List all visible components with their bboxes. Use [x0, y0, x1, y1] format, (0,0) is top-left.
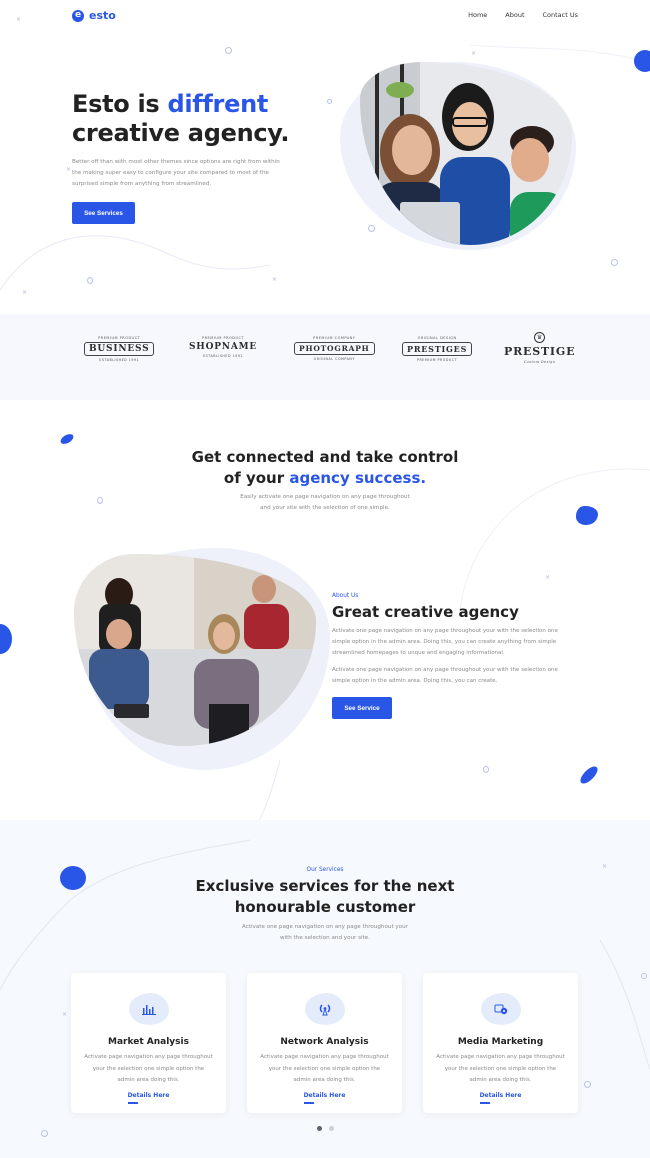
wifi-antenna-icon	[304, 993, 345, 1025]
media-marketing-icon	[480, 993, 521, 1025]
logo[interactable]: e esto	[72, 9, 116, 22]
about-kicker: About Us	[332, 593, 359, 599]
brand-logo-photograph: PREMIUM COMPANY PHOTOGRAPH ORIGINAL COMP…	[294, 336, 375, 361]
brand-logos-strip: PREMIUM PRODUCT BUSINESS ESTABLISHED 199…	[0, 314, 650, 400]
decor-cross: ×	[22, 289, 28, 296]
decor-cross: ×	[545, 574, 551, 581]
service-card-market-analysis: Market Analysis Activate page navigation…	[71, 973, 226, 1113]
brand-logo-prestiges: ORIGINAL DESIGN PRESTIGES PREMIUM PRODUC…	[402, 336, 473, 362]
nav-contact-us[interactable]: Contact Us	[543, 11, 579, 19]
decor-ring	[225, 47, 232, 54]
details-here-link[interactable]: Details Here	[303, 1092, 345, 1104]
see-services-button[interactable]: See Services	[72, 202, 135, 224]
connect-heading: Get connected and take control of your a…	[191, 448, 459, 487]
brand-logo-business: PREMIUM PRODUCT BUSINESS ESTABLISHED 199…	[84, 336, 155, 362]
brand-logo-shopname: PREMIUM PRODUCT SHOPNAME ESTABLISHED 199…	[189, 336, 258, 358]
decor-ring	[641, 973, 647, 979]
hero-title-highlight: diffrent	[167, 90, 269, 118]
about-paragraph-2: Activate one page navigation on any page…	[332, 667, 558, 684]
decor-ring	[584, 1081, 591, 1088]
bar-chart-icon	[128, 993, 169, 1025]
decor-cross: ×	[62, 1011, 68, 1018]
decor-cross: ×	[66, 166, 72, 173]
card-title: Media Marketing	[457, 1037, 544, 1047]
card-title: Network Analysis	[280, 1037, 369, 1047]
about-title: Great creative agency	[332, 603, 519, 621]
logo-mark-icon: e	[72, 9, 84, 22]
carousel-pagination	[0, 1126, 650, 1131]
see-service-button[interactable]: See Service	[332, 697, 392, 719]
decor-ring	[483, 766, 489, 773]
card-text: Activate page navigation any page throug…	[84, 1054, 213, 1083]
about-paragraph-1: Activate one page navigation on any page…	[332, 628, 558, 656]
card-title: Market Analysis	[108, 1037, 189, 1047]
main-nav: Home About Contact Us	[468, 11, 578, 19]
hero-title-part1: Esto is	[72, 90, 168, 118]
details-here-link[interactable]: Details Here	[127, 1092, 169, 1104]
decor-ring	[327, 99, 332, 104]
decor-cross: ×	[272, 276, 278, 283]
hero-title-line2: creative agency.	[72, 119, 290, 147]
connect-description: Easily activate one page navigation on a…	[240, 494, 410, 511]
decor-ring	[368, 225, 375, 232]
logo-text: esto	[89, 9, 116, 22]
services-heading: Exclusive services for the next honourab…	[195, 877, 455, 916]
decor-cross: ×	[471, 50, 477, 57]
nav-about[interactable]: About	[505, 11, 524, 19]
decor-ring	[611, 259, 618, 266]
card-text: Activate page navigation any page throug…	[436, 1054, 565, 1083]
decor-cross: ×	[16, 16, 22, 23]
service-card-media-marketing: Media Marketing Activate page navigation…	[423, 973, 578, 1113]
crown-icon: ♛	[534, 332, 546, 343]
brand-logo-prestige: ♛ PRESTIGE Custom Design	[504, 332, 576, 364]
details-here-link[interactable]: Details Here	[479, 1092, 521, 1104]
decor-ring	[87, 277, 93, 284]
decor-ring	[41, 1130, 48, 1137]
nav-home[interactable]: Home	[468, 11, 487, 19]
services-description: Activate one page navigation on any page…	[242, 924, 408, 941]
services-kicker: Our Services	[306, 867, 344, 873]
hero-title: Esto is diffrent creative agency.	[72, 90, 290, 148]
hero-description: Better off than with most other themes s…	[72, 159, 280, 187]
card-text: Activate page navigation any page throug…	[260, 1054, 389, 1083]
service-card-network-analysis: Network Analysis Activate page navigatio…	[247, 973, 402, 1113]
pagination-dot-1[interactable]	[316, 1126, 322, 1131]
decor-blob	[634, 50, 650, 72]
pagination-dot-2[interactable]	[328, 1126, 334, 1131]
